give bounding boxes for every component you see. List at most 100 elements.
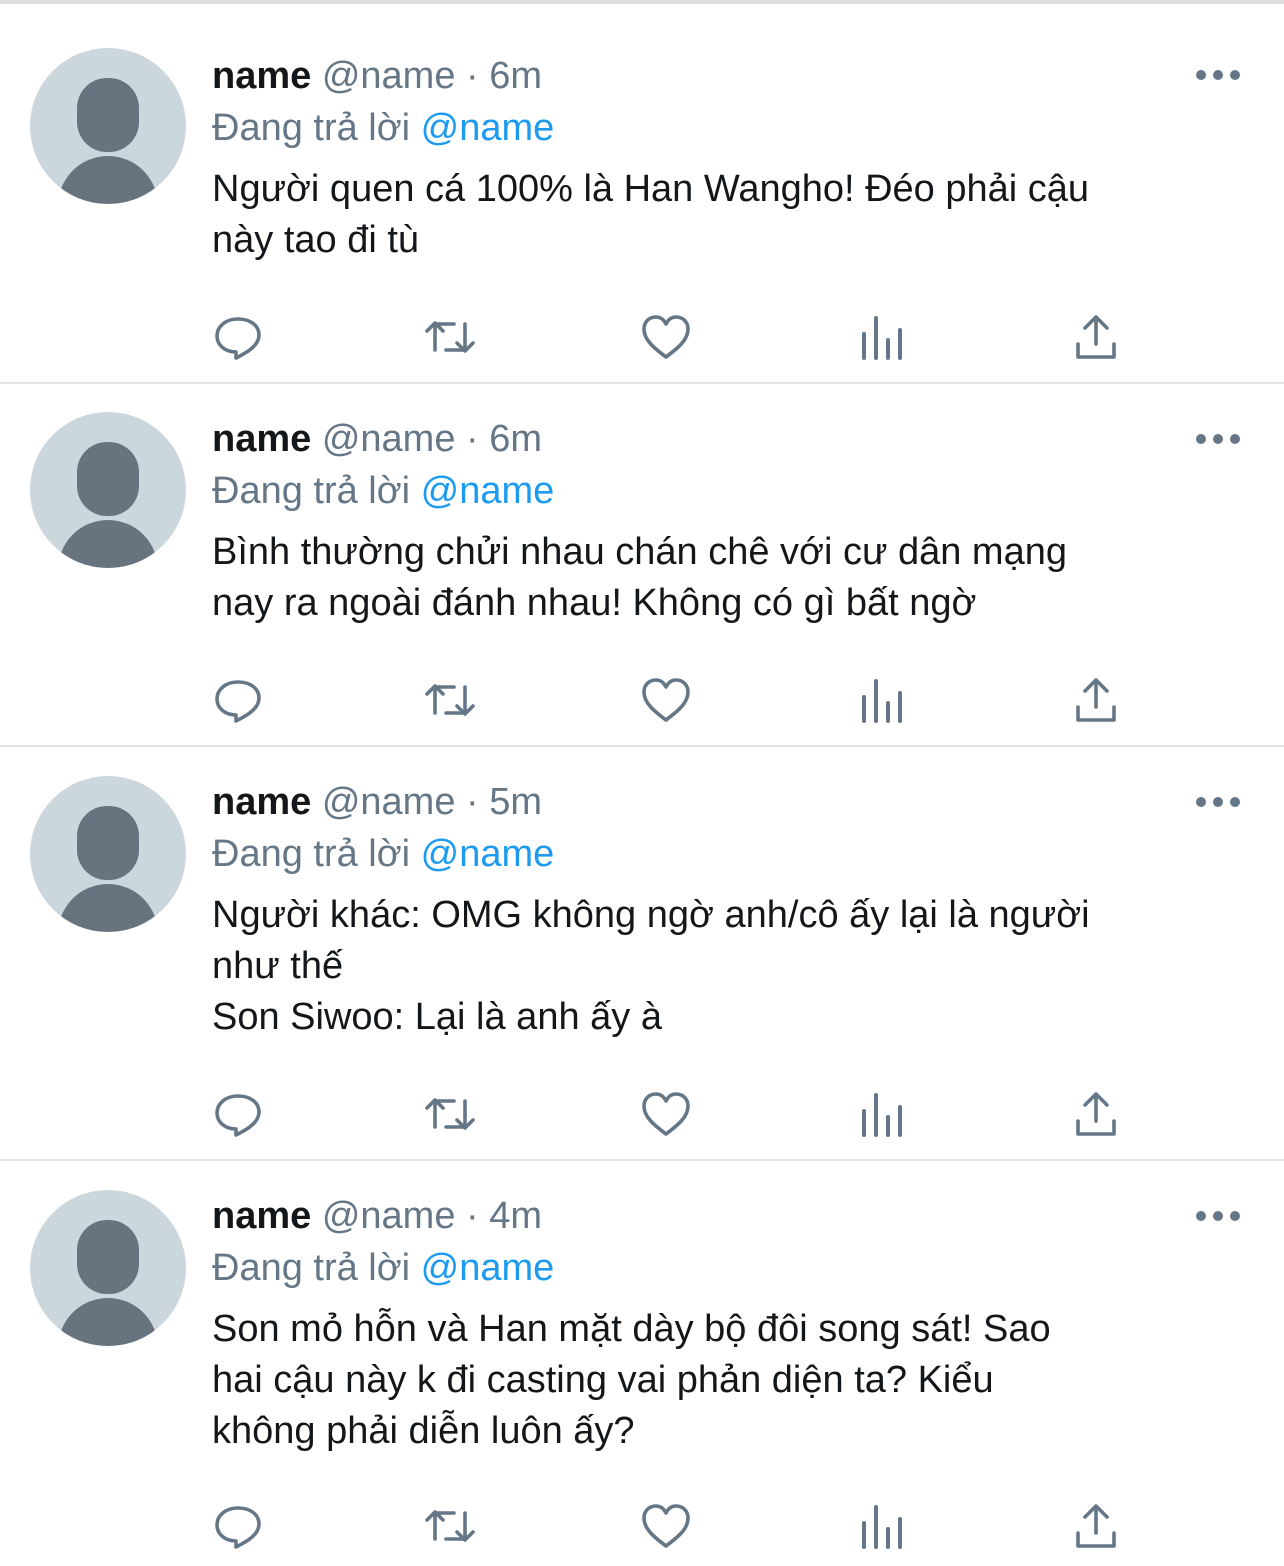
heart-icon — [642, 678, 690, 722]
avatar-body-shape — [58, 1298, 158, 1346]
user-handle[interactable]: @name — [322, 55, 456, 97]
retweet-button[interactable] — [424, 1089, 476, 1139]
retweet-icon — [425, 1098, 475, 1130]
display-name[interactable]: name — [212, 418, 311, 460]
retweet-button[interactable] — [424, 675, 476, 725]
like-button[interactable] — [640, 1501, 692, 1551]
speech-bubble-icon — [215, 317, 261, 360]
share-upload-icon — [1076, 315, 1116, 359]
retweet-icon — [425, 684, 475, 716]
tweet[interactable]: name @name · 4m Đang trả lời @name Son m… — [0, 1161, 1284, 1566]
share-button[interactable] — [1070, 675, 1122, 725]
replying-to: Đang trả lời @name — [212, 1242, 1244, 1294]
reply-handle-link[interactable]: @name — [421, 470, 555, 512]
reply-handle-link[interactable]: @name — [421, 833, 555, 875]
share-button[interactable] — [1070, 1089, 1122, 1139]
reply-button[interactable] — [212, 312, 264, 362]
tweet[interactable]: name @name · 6m Đang trả lời @name Người… — [0, 4, 1284, 384]
user-handle[interactable]: @name — [322, 418, 456, 460]
separator-dot: · — [466, 55, 479, 97]
like-button[interactable] — [640, 1089, 692, 1139]
reply-button[interactable] — [212, 1501, 264, 1551]
replying-to: Đang trả lời @name — [212, 102, 1244, 154]
avatar[interactable] — [30, 776, 186, 932]
separator-dot: · — [466, 1195, 479, 1237]
timestamp[interactable]: 6m — [489, 418, 542, 460]
ellipsis-icon — [1196, 70, 1206, 80]
avatar-body-shape — [58, 156, 158, 204]
retweet-icon — [425, 321, 475, 353]
timestamp[interactable]: 4m — [489, 1195, 542, 1237]
analytics-button[interactable] — [856, 1501, 908, 1551]
replying-to: Đang trả lời @name — [212, 828, 1244, 880]
tweet-header: name @name · 4m — [212, 1190, 1244, 1242]
speech-bubble-icon — [215, 680, 261, 723]
tweet-text: Bình thường chửi nhau chán chê với cư dâ… — [212, 531, 1067, 624]
share-button[interactable] — [1070, 312, 1122, 362]
bar-chart-icon — [862, 1505, 902, 1549]
separator-dot: · — [466, 418, 479, 460]
action-bar — [212, 1089, 1142, 1139]
replying-to-label: Đang trả lời — [212, 833, 411, 875]
heart-icon — [642, 1504, 690, 1548]
analytics-button[interactable] — [856, 312, 908, 362]
action-bar — [212, 675, 1142, 725]
ellipsis-icon — [1196, 434, 1206, 444]
display-name[interactable]: name — [212, 781, 311, 823]
action-bar — [212, 1501, 1142, 1551]
avatar-head-shape — [77, 1220, 139, 1294]
avatar-head-shape — [77, 78, 139, 152]
share-upload-icon — [1076, 1092, 1116, 1136]
retweet-button[interactable] — [424, 312, 476, 362]
avatar[interactable] — [30, 412, 186, 568]
share-upload-icon — [1076, 678, 1116, 722]
reply-button[interactable] — [212, 1089, 264, 1139]
tweet[interactable]: name @name · 5m Đang trả lời @name Người… — [0, 747, 1284, 1161]
avatar-head-shape — [77, 806, 139, 880]
like-button[interactable] — [640, 312, 692, 362]
tweet-content: name @name · 6m Đang trả lời @name Bình … — [212, 413, 1244, 629]
timestamp[interactable]: 5m — [489, 781, 542, 823]
more-options-button[interactable] — [1196, 797, 1240, 809]
heart-icon — [642, 1092, 690, 1136]
replying-to-label: Đang trả lời — [212, 107, 411, 149]
tweet-content: name @name · 6m Đang trả lời @name Người… — [212, 50, 1244, 266]
more-options-button[interactable] — [1196, 70, 1240, 82]
avatar[interactable] — [30, 1190, 186, 1346]
tweet-content: name @name · 5m Đang trả lời @name Người… — [212, 776, 1244, 1043]
ellipsis-icon — [1196, 797, 1206, 807]
tweet-content: name @name · 4m Đang trả lời @name Son m… — [212, 1190, 1244, 1457]
share-button[interactable] — [1070, 1501, 1122, 1551]
share-upload-icon — [1076, 1504, 1116, 1548]
analytics-button[interactable] — [856, 675, 908, 725]
bar-chart-icon — [862, 316, 902, 360]
tweet[interactable]: name @name · 6m Đang trả lời @name Bình … — [0, 384, 1284, 747]
tweet-text: Người quen cá 100% là Han Wangho! Đéo ph… — [212, 168, 1090, 261]
more-options-button[interactable] — [1196, 1211, 1240, 1223]
avatar[interactable] — [30, 48, 186, 204]
replying-to-label: Đang trả lời — [212, 470, 411, 512]
tweet-header: name @name · 6m — [212, 413, 1244, 465]
replying-to-label: Đang trả lời — [212, 1247, 411, 1289]
user-handle[interactable]: @name — [322, 1195, 456, 1237]
display-name[interactable]: name — [212, 55, 311, 97]
reply-handle-link[interactable]: @name — [421, 1247, 555, 1289]
tweet-feed: name @name · 6m Đang trả lời @name Người… — [0, 0, 1284, 1566]
tweet-text: Người khác: OMG không ngờ anh/cô ấy lại … — [212, 894, 1090, 1038]
user-handle[interactable]: @name — [322, 781, 456, 823]
reply-button[interactable] — [212, 675, 264, 725]
like-button[interactable] — [640, 675, 692, 725]
heart-icon — [642, 315, 690, 359]
more-options-button[interactable] — [1196, 434, 1240, 446]
avatar-body-shape — [58, 520, 158, 568]
speech-bubble-icon — [215, 1094, 261, 1137]
retweet-icon — [425, 1510, 475, 1542]
retweet-button[interactable] — [424, 1501, 476, 1551]
tweet-text: Son mỏ hỗn và Han mặt dày bộ đôi song sá… — [212, 1308, 1051, 1452]
reply-handle-link[interactable]: @name — [421, 107, 555, 149]
display-name[interactable]: name — [212, 1195, 311, 1237]
ellipsis-icon — [1196, 1211, 1206, 1221]
analytics-button[interactable] — [856, 1089, 908, 1139]
timestamp[interactable]: 6m — [489, 55, 542, 97]
avatar-head-shape — [77, 442, 139, 516]
